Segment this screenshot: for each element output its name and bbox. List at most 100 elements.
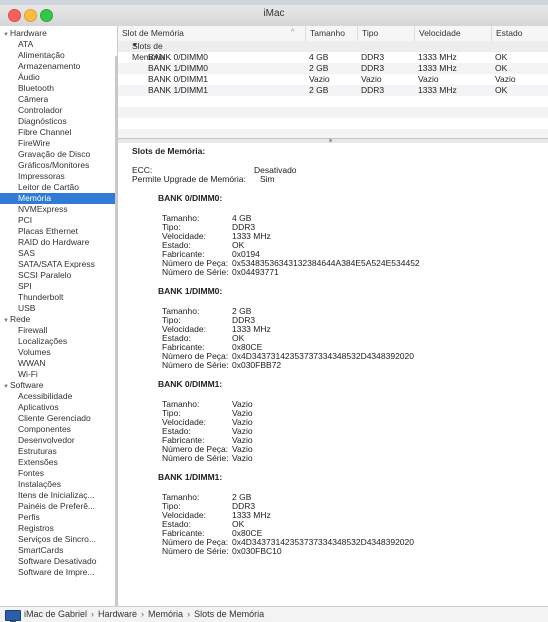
sidebar-item[interactable]: Serviços de Sincro... xyxy=(0,534,117,545)
sidebar-item[interactable]: Áudio xyxy=(0,72,117,83)
sidebar-item[interactable]: Impressoras xyxy=(0,171,117,182)
sidebar-item[interactable]: Armazenamento xyxy=(0,61,117,72)
bank-heading: BANK 0/DIMM1: xyxy=(158,379,223,389)
table-cell: Vazio xyxy=(418,74,439,84)
bank-properties: Tamanho: 2 GB Tipo: DDR3 Velocidade: 1333 MHz… xyxy=(162,493,542,556)
table-row[interactable]: BANK 1/DIMM0 2 GB DDR3 1333 MHz OK xyxy=(118,63,548,74)
bank-heading: BANK 1/DIMM1: xyxy=(158,472,223,482)
imac-icon xyxy=(5,610,21,622)
property-label: Número de Série: xyxy=(162,546,229,556)
table-cell: 1333 MHz xyxy=(418,63,457,73)
column-header-estado[interactable]: Estado xyxy=(491,26,546,41)
sidebar-item[interactable]: Estruturas xyxy=(0,446,117,457)
property-value: 0x030FBB72 xyxy=(232,360,282,370)
table-cell: BANK 1/DIMM0 xyxy=(148,63,208,73)
sidebar-item[interactable]: Acessibilidade xyxy=(0,391,117,402)
table-cell: 2 GB xyxy=(309,63,329,73)
sidebar-item[interactable]: Placas Ethernet xyxy=(0,226,117,237)
sidebar-item[interactable]: FireWire xyxy=(0,138,117,149)
sidebar-item[interactable]: Volumes xyxy=(0,347,117,358)
sidebar[interactable]: ▼Hardware ATA Alimentação Armazenamento Áudi… xyxy=(0,26,118,606)
column-header-slot[interactable]: Slot de Memória xyxy=(118,26,292,41)
table-cell: 1333 MHz xyxy=(418,85,457,95)
sidebar-item[interactable]: PCI xyxy=(0,215,117,226)
table-cell: 4 GB xyxy=(309,52,329,62)
table-group-row[interactable]: ▼ Slots de Memória xyxy=(118,41,548,62)
divider-handle[interactable] xyxy=(329,139,332,142)
sidebar-item[interactable]: USB xyxy=(0,303,117,314)
sidebar-item[interactable]: Cliente Gerenciado xyxy=(0,413,117,424)
sidebar-item[interactable]: Leitor de Cartão xyxy=(0,182,117,193)
property-value: 0x04493771 xyxy=(232,267,279,277)
sort-arrow-icon[interactable]: ^ xyxy=(291,29,294,36)
sidebar-item[interactable]: ATA xyxy=(0,39,117,50)
sidebar-item[interactable]: Instalações xyxy=(0,479,117,490)
sidebar-group-software[interactable]: ▼Software xyxy=(0,380,117,391)
column-header-tipo[interactable]: Tipo xyxy=(357,26,417,41)
sidebar-group-hardware[interactable]: ▼Hardware xyxy=(0,28,117,39)
sidebar-item[interactable]: Fontes xyxy=(0,468,117,479)
sidebar-item[interactable]: Desenvolvedor xyxy=(0,435,117,446)
sidebar-item[interactable]: Bluetooth xyxy=(0,83,117,94)
sidebar-item[interactable]: WWAN xyxy=(0,358,117,369)
sidebar-item[interactable]: Controlador xyxy=(0,105,117,116)
sidebar-item[interactable]: Componentes xyxy=(0,424,117,435)
sidebar-group-rede[interactable]: ▼Rede xyxy=(0,314,117,325)
sidebar-item[interactable]: SPI xyxy=(0,281,117,292)
sidebar-item[interactable]: Thunderbolt xyxy=(0,292,117,303)
disclosure-triangle-icon[interactable]: ▼ xyxy=(3,32,9,38)
bank-properties: Tamanho: Vazio Tipo: Vazio Velocidade: Vazio E… xyxy=(162,400,542,463)
background-window-strip xyxy=(0,0,548,5)
table-row[interactable]: BANK 1/DIMM1 2 GB DDR3 1333 MHz OK xyxy=(118,85,548,96)
sidebar-item[interactable]: RAID do Hardware xyxy=(0,237,117,248)
sidebar-item[interactable]: Firewall xyxy=(0,325,117,336)
sidebar-item[interactable]: Localizações xyxy=(0,336,117,347)
empty-table-row xyxy=(118,118,548,129)
sidebar-item[interactable]: Gravação de Disco xyxy=(0,149,117,160)
sidebar-item[interactable]: Extensões xyxy=(0,457,117,468)
sidebar-item[interactable]: Gráficos/Monitores xyxy=(0,160,117,171)
sidebar-item[interactable]: Software Desativado xyxy=(0,556,117,567)
table-cell: DDR3 xyxy=(361,63,385,73)
table-cell: Vazio xyxy=(495,74,516,84)
sidebar-item[interactable]: Wi-Fi xyxy=(0,369,117,380)
disclosure-triangle-icon[interactable]: ▼ xyxy=(3,318,9,324)
sidebar-item[interactable]: NVMExpress xyxy=(0,204,117,215)
table-cell: BANK 0/DIMM0 xyxy=(148,52,208,62)
sidebar-item[interactable]: SCSI Paralelo xyxy=(0,270,117,281)
table-row[interactable]: BANK 0/DIMM0 4 GB DDR3 1333 MHz OK xyxy=(118,52,548,63)
sidebar-item[interactable]: Registros xyxy=(0,523,117,534)
upgrade-value: Sim xyxy=(260,174,275,184)
sidebar-item[interactable]: Memória xyxy=(0,193,117,204)
sidebar-item[interactable]: Diagnósticos xyxy=(0,116,117,127)
sidebar-item[interactable]: SmartCards xyxy=(0,545,117,556)
sidebar-item[interactable]: Painéis de Preferê... xyxy=(0,501,117,512)
sidebar-item[interactable]: Aplicativos xyxy=(0,402,117,413)
sidebar-item[interactable]: Itens de Inicializaç... xyxy=(0,490,117,501)
sidebar-item[interactable]: Software de Impre... xyxy=(0,567,117,578)
sidebar-group-label: Hardware xyxy=(9,28,47,38)
status-bar: iMac de Gabriel › Hardware › Memória › Slots d… xyxy=(0,606,548,622)
title-bar[interactable]: iMac xyxy=(0,0,548,27)
sidebar-item[interactable]: Câmera xyxy=(0,94,117,105)
breadcrumb-item[interactable]: Memória xyxy=(148,609,183,619)
breadcrumb-item[interactable]: Hardware xyxy=(98,609,137,619)
empty-table-row xyxy=(118,107,548,118)
sidebar-item[interactable]: Perfis xyxy=(0,512,117,523)
bank-heading: BANK 0/DIMM0: xyxy=(158,193,223,203)
sidebar-item[interactable]: Alimentação xyxy=(0,50,117,61)
breadcrumb-item[interactable]: iMac de Gabriel xyxy=(24,609,87,619)
disclosure-triangle-icon[interactable]: ▼ xyxy=(3,384,9,390)
sidebar-item[interactable]: Fibre Channel xyxy=(0,127,117,138)
breadcrumb-item[interactable]: Slots de Memória xyxy=(194,609,264,619)
column-header-velocidade[interactable]: Velocidade xyxy=(414,26,494,41)
detail-title: Slots de Memória: xyxy=(132,146,206,156)
property-value: 0x030FBC10 xyxy=(232,546,282,556)
sidebar-item[interactable]: SATA/SATA Express xyxy=(0,259,117,270)
table-row[interactable]: BANK 0/DIMM1 Vazio Vazio Vazio Vazio xyxy=(118,74,548,85)
table-header: Slot de Memória ^ Tamanho Tipo Velocidad… xyxy=(118,26,548,42)
sidebar-item[interactable]: SAS xyxy=(0,248,117,259)
breadcrumb-separator: › xyxy=(91,609,95,619)
table-cell: OK xyxy=(495,52,508,62)
property-value: Vazio xyxy=(232,453,253,463)
